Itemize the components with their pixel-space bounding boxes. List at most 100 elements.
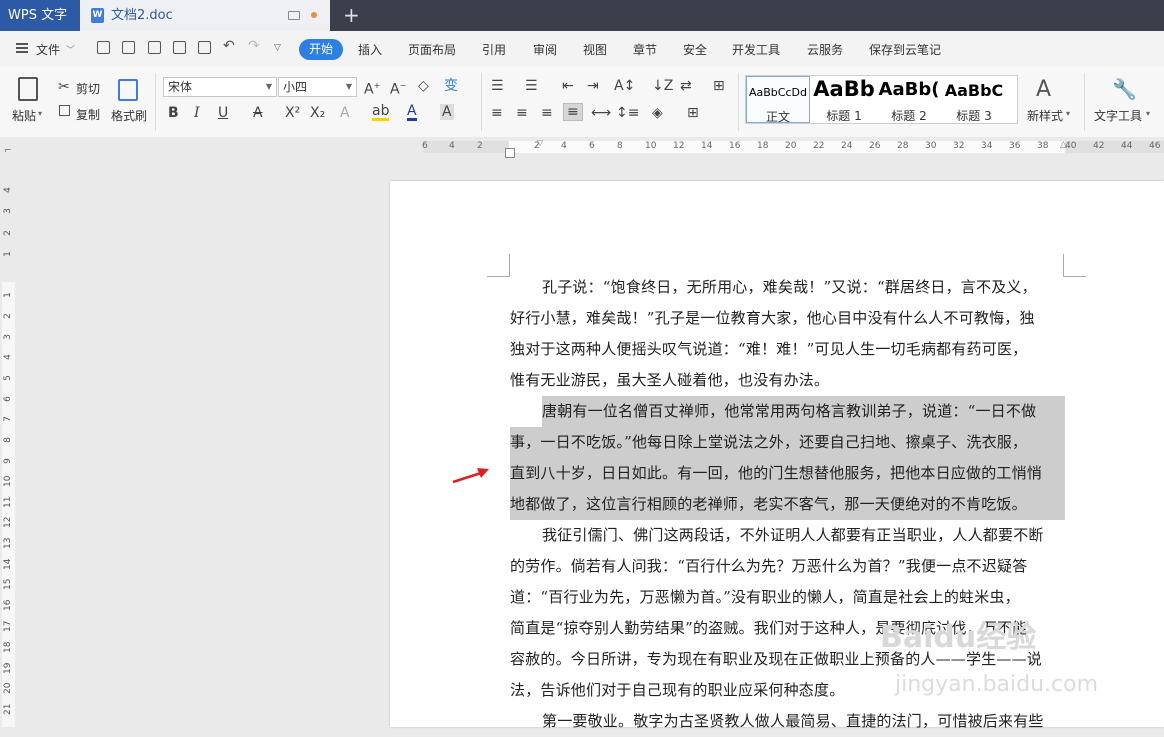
copy-icon[interactable]	[59, 105, 70, 116]
selected-text-line[interactable]: 事，一日不吃饭。”他每日除上堂说法之外，还要自己扫地、擦桌子、洗衣服，	[510, 427, 1065, 458]
distribute-icon[interactable]: ⟷	[591, 105, 611, 121]
undo-icon[interactable]: ↶	[223, 38, 235, 54]
superscript-icon[interactable]: X²	[285, 105, 300, 121]
font-color-icon[interactable]: A	[407, 104, 417, 121]
selected-text-line[interactable]: 直到八十岁，日日如此。有一回，他的门生想替他服务，把他本日应做的工悄悄	[510, 458, 1065, 489]
increase-indent-icon[interactable]: ⇥	[587, 78, 599, 94]
shrink-font-icon[interactable]: A−	[390, 78, 406, 98]
highlight-icon[interactable]: ab	[372, 104, 390, 121]
vertical-ruler-tick-label: 3	[3, 334, 13, 340]
ruler-tick-label: 32	[953, 141, 965, 151]
ruler-tick-label: 40	[1065, 141, 1077, 151]
wrench-icon[interactable]: 🔧	[1112, 77, 1137, 101]
underline-icon[interactable]: U	[218, 105, 228, 121]
tab-stop-selector[interactable]: ⌐	[4, 146, 12, 156]
open-folder-icon[interactable]	[97, 41, 110, 54]
style-name: 标题 3	[956, 109, 992, 123]
style-heading-1[interactable]: AaBb 标题 1	[812, 76, 876, 123]
text-effect-icon[interactable]: A	[340, 105, 350, 121]
line-spacing-icon[interactable]: ↕≡	[616, 105, 639, 121]
justify-icon[interactable]: ≡	[563, 103, 583, 121]
format-painter-button[interactable]: 格式刷	[111, 107, 147, 124]
customize-toolbar-icon[interactable]: ▽	[274, 43, 281, 53]
new-tab-button[interactable]: +	[343, 3, 360, 27]
file-menu[interactable]: 文件	[36, 41, 60, 58]
print-preview-icon[interactable]	[198, 41, 211, 54]
style-normal[interactable]: AaBbCcDd 正文	[746, 76, 810, 124]
italic-icon[interactable]: I	[194, 105, 200, 121]
bullet-list-icon[interactable]: ☰	[491, 78, 504, 94]
text-line[interactable]: 独对于这两种人便摇头叹气说道：“难！难！”可见人生一切毛病都有药可医，	[510, 334, 1065, 365]
selected-text-line[interactable]: 地都做了，这位言行相顾的老禅师，老实不客气，那一天便绝对的不肯吃饭。	[510, 489, 1065, 520]
cut-button[interactable]: 剪切	[76, 80, 100, 97]
document-tab[interactable]: W 文档2.doc	[80, 0, 330, 31]
pdf-export-icon[interactable]	[148, 41, 161, 54]
char-shading-icon[interactable]: A	[440, 104, 454, 120]
align-center-icon[interactable]: ≡	[516, 105, 528, 121]
shading-bucket-icon[interactable]: ◈	[652, 105, 663, 121]
table-grid-icon[interactable]: ⊞	[713, 78, 725, 94]
save-icon[interactable]	[122, 41, 135, 54]
align-right-icon[interactable]: ≡	[541, 105, 553, 121]
sort-icon[interactable]: ↓Z	[652, 78, 673, 94]
text-line[interactable]: 的劳作。倘若有人问我：“百行什么为先？万恶什么为首？”我便一点不迟疑答	[510, 551, 1065, 582]
chevron-down-icon[interactable]: ﹀	[66, 43, 75, 56]
decrease-indent-icon[interactable]: ⇤	[562, 78, 574, 94]
menu-tab-view[interactable]: 视图	[583, 41, 607, 58]
new-style-button[interactable]: 新样式	[1027, 107, 1063, 124]
ruler-tick-label: 10	[645, 141, 657, 151]
menu-tab-section[interactable]: 章节	[633, 41, 657, 58]
format-painter-icon[interactable]	[118, 79, 138, 101]
menu-tab-page-layout[interactable]: 页面布局	[408, 41, 456, 58]
ruler-tick-label: 34	[981, 141, 993, 151]
ruler-tick-label: 2	[534, 141, 540, 151]
font-name-select[interactable]: 宋体 ▼	[163, 77, 277, 97]
text-line[interactable]: 道：“百行业为先，万恶懒为首。”没有职业的懒人，简直是社会上的蛀米虫，	[510, 582, 1065, 613]
copy-button[interactable]: 复制	[76, 106, 100, 123]
phonetic-guide-icon[interactable]: 变	[444, 78, 458, 94]
vertical-ruler-tick-label: 20	[3, 682, 13, 694]
monitor-icon[interactable]	[288, 11, 300, 20]
show-marks-icon[interactable]: ⇄	[680, 78, 692, 94]
styles-gallery: AaBbCcDd 正文 AaBb 标题 1 AaBb( 标题 2 AaBbC 标…	[745, 75, 1018, 124]
selected-text-line[interactable]: 唐朝有一位名僧百丈禅师，他常常用两句格言教训弟子，说道：“一日不做	[510, 396, 1065, 427]
left-indent-marker[interactable]	[505, 148, 515, 158]
menu-tab-review[interactable]: 审阅	[533, 41, 557, 58]
menu-tab-developer[interactable]: 开发工具	[732, 41, 780, 58]
clear-format-icon[interactable]: ◇	[418, 78, 429, 94]
align-left-icon[interactable]: ≡	[491, 105, 503, 121]
borders-icon[interactable]: ⊞	[687, 105, 699, 121]
vertical-ruler-tick-label: 1	[3, 292, 13, 298]
text-line[interactable]: 我征引儒门、佛门这两段话，不外证明人人都要有正当职业，人人都要不断	[510, 520, 1065, 551]
menu-tab-start[interactable]: 开始	[299, 39, 343, 60]
menu-tab-insert[interactable]: 插入	[358, 41, 382, 58]
hamburger-menu-icon[interactable]	[16, 43, 28, 53]
paste-icon[interactable]	[18, 77, 38, 101]
print-icon[interactable]	[173, 41, 186, 54]
font-size-select[interactable]: 小四 ▼	[278, 77, 357, 97]
menu-tab-cloud[interactable]: 云服务	[807, 41, 843, 58]
text-line[interactable]: 惟有无业游民，虽大圣人碰着他，也没有办法。	[510, 365, 1065, 396]
menu-tab-references[interactable]: 引用	[482, 41, 506, 58]
bold-icon[interactable]: B	[168, 105, 179, 121]
redo-icon[interactable]: ↷	[248, 38, 260, 54]
style-heading-3[interactable]: AaBbC 标题 3	[942, 76, 1006, 123]
text-tools-button[interactable]: 文字工具	[1094, 107, 1142, 124]
grow-font-icon[interactable]: A+	[364, 78, 380, 98]
menu-tab-security[interactable]: 安全	[683, 41, 707, 58]
scissors-icon[interactable]: ✂	[58, 79, 70, 95]
text-direction-icon[interactable]: A↕	[614, 78, 635, 94]
strikethrough-icon[interactable]: A	[253, 105, 263, 121]
text-line[interactable]: 孔子说：“饱食终日，无所用心，难矣哉！”又说：“群居终日，言不及义，	[510, 272, 1065, 303]
text-line[interactable]: 好行小慧，难矣哉！”孔子是一位教育大家，他心目中没有什么人不可教悔，独	[510, 303, 1065, 334]
margin-corner	[487, 254, 510, 277]
text-line[interactable]: 第一要敬业。敬字为古圣贤教人做人最简易、直捷的法门，可惜被后来有些	[510, 706, 1065, 737]
numbered-list-icon[interactable]: ☰	[525, 78, 538, 94]
style-heading-2[interactable]: AaBb( 标题 2	[877, 76, 941, 123]
app-menu-tab[interactable]: WPS 文字	[0, 0, 80, 31]
paste-button[interactable]: 粘贴	[12, 107, 36, 124]
menu-tab-save-cloud-note[interactable]: 保存到云笔记	[869, 41, 941, 58]
subscript-icon[interactable]: X₂	[310, 105, 325, 121]
menu-bar: 文件 ﹀ ↶ ↷ ▽ 开始 插入 页面布局 引用 审阅 视图 章节 安全 开发工…	[0, 31, 1164, 67]
new-style-icon[interactable]: A	[1036, 77, 1051, 102]
